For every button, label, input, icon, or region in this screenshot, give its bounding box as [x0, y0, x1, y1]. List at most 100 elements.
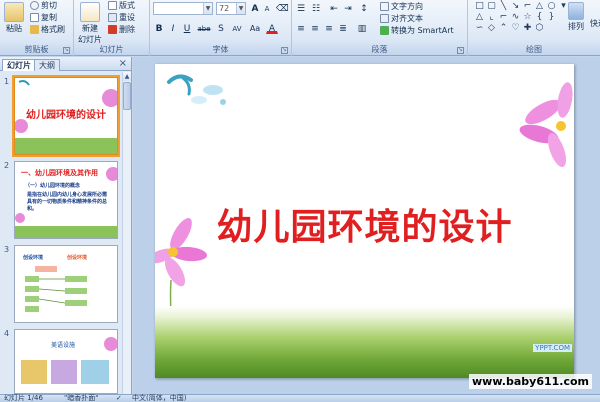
triangle-outline-icon[interactable]: △ — [474, 12, 485, 22]
current-slide[interactable]: 幼儿园环境的设计 YPPT.COM — [155, 64, 574, 378]
brace-shape-icon[interactable]: } — [546, 12, 557, 22]
pane-scrollbar[interactable]: ▲ — [122, 72, 131, 394]
slide-editor: 幼儿园环境的设计 YPPT.COM www.baby611.com — [133, 57, 600, 394]
paragraph-launcher-icon[interactable]: ↘ — [457, 47, 464, 54]
site-stamp: YPPT.COM — [533, 344, 572, 352]
bullets-button[interactable]: ☰ — [295, 2, 307, 14]
curve-shape-icon[interactable]: ∿ — [510, 12, 521, 22]
slide-thumbnail-1[interactable]: 幼儿园环境的设计 — [12, 75, 120, 157]
font-group-label: 字体 — [150, 44, 291, 55]
bracket-shape-icon[interactable]: { — [534, 12, 545, 22]
cross-shape-icon[interactable]: ✚ — [522, 23, 533, 33]
line-spacing-button[interactable]: ↕ — [358, 2, 370, 14]
slide-number: 4 — [4, 329, 10, 338]
align-text-button[interactable]: 对齐文本 — [380, 13, 423, 24]
strikethrough-button[interactable]: abe — [195, 22, 213, 34]
arrange-button[interactable]: 排列 — [568, 2, 584, 32]
tab-slides[interactable]: 幻灯片 — [2, 59, 36, 71]
corner-bracket-icon[interactable]: ⌞ — [486, 12, 497, 22]
char-spacing-button[interactable]: AV — [229, 22, 245, 34]
slide-title[interactable]: 幼儿园环境的设计 — [155, 198, 574, 250]
rounded-rect-icon[interactable]: ▢ — [486, 1, 497, 11]
grass-background — [155, 306, 574, 378]
clipboard-launcher-icon[interactable]: ↘ — [63, 47, 70, 54]
font-color-button[interactable]: A — [266, 22, 278, 34]
close-icon[interactable]: × — [119, 58, 127, 70]
chevron-shape-icon[interactable]: ⌃ — [498, 23, 509, 33]
justify-button[interactable]: ≣ — [337, 22, 349, 34]
slides-group-label: 幻灯片 — [74, 44, 149, 55]
delete-button[interactable]: 删除 — [108, 24, 135, 35]
wave-shape-icon[interactable]: ∽ — [474, 23, 485, 33]
thumbnail-title: 幼儿园环境的设计 — [26, 110, 106, 121]
star-shape-icon[interactable]: ☆ — [522, 12, 533, 22]
paintbrush-icon — [30, 25, 39, 34]
bullet-list-icon: ☰ — [296, 4, 306, 14]
layout-icon — [108, 1, 117, 10]
slide-thumbnail-3[interactable]: 创设环境 创设环境 — [14, 245, 118, 323]
quick-styles-button[interactable]: 快速 — [590, 18, 600, 29]
thumbnail-subtitle: 创设环境 — [67, 255, 88, 261]
increase-indent-button[interactable]: ⇥ — [342, 2, 354, 14]
oval-icon[interactable]: ○ — [546, 1, 557, 11]
hexagon-shape-icon[interactable]: ⬡ — [534, 23, 545, 33]
italic-button[interactable]: I — [167, 22, 179, 34]
scroll-up-icon[interactable]: ▲ — [123, 72, 131, 81]
slide-number: 2 — [4, 161, 10, 170]
align-left-button[interactable]: ≡ — [295, 22, 307, 34]
theme-name: "暗香扑面" — [64, 394, 99, 402]
scroll-thumb[interactable] — [123, 82, 131, 110]
shadow-button[interactable]: S — [215, 22, 227, 34]
smartart-button[interactable]: 转换为 SmartArt — [380, 25, 454, 36]
slide-thumbnail-4[interactable]: 美语设施 — [14, 329, 118, 394]
font-size-combo[interactable]: 72 ▼ — [216, 2, 246, 15]
align-center-button[interactable]: ≡ — [309, 22, 321, 34]
underline-button[interactable]: U — [181, 22, 193, 34]
spellcheck-icon[interactable]: ✓ — [116, 395, 122, 402]
change-case-button[interactable]: Aa — [247, 22, 263, 34]
numbered-list-icon: ☷ — [311, 4, 321, 14]
shrink-font-button[interactable]: A — [261, 2, 273, 14]
slide-thumbnail-2[interactable]: 一、幼儿园环境及其作用 （一）幼儿园环境的概念 是指在幼儿园内幼儿身心发展所必需… — [14, 161, 118, 239]
smartart-icon — [380, 26, 389, 35]
tab-outline[interactable]: 大纲 — [34, 59, 60, 71]
justify-icon: ≣ — [339, 24, 347, 34]
numbering-button[interactable]: ☷ — [310, 2, 322, 14]
decrease-indent-button[interactable]: ⇤ — [328, 2, 340, 14]
triangle-icon[interactable]: △ — [534, 1, 545, 11]
arrow-shape-icon[interactable]: ↘ — [510, 1, 521, 11]
blue-flower-decoration — [167, 74, 226, 105]
elbow-connector-icon[interactable]: ⌐ — [522, 1, 533, 11]
diamond-shape-icon[interactable]: ◇ — [486, 23, 497, 33]
language-indicator[interactable]: 中文(简体，中国) — [132, 395, 186, 402]
columns-button[interactable]: ▥ — [356, 22, 368, 34]
align-right-button[interactable]: ≡ — [323, 22, 335, 34]
step-shape-icon[interactable]: ⌐ — [498, 12, 509, 22]
chevron-down-icon: ▼ — [203, 3, 212, 14]
indent-icon: ⇥ — [344, 4, 352, 14]
reset-button[interactable]: 重设 — [108, 12, 135, 23]
copy-icon — [30, 13, 39, 22]
slide-count: 幻灯片 1/46 — [4, 394, 43, 402]
line-icon[interactable]: ╲ — [498, 1, 509, 11]
align-text-icon — [380, 14, 389, 23]
cut-button[interactable]: 剪切 — [30, 0, 57, 11]
clear-format-button[interactable]: ⌫ — [275, 2, 289, 14]
font-launcher-icon[interactable]: ↘ — [281, 47, 288, 54]
format-painter-button[interactable]: 格式刷 — [30, 24, 65, 35]
new-slide-button[interactable]: 新建 幻灯片 — [78, 2, 102, 45]
align-right-icon: ≡ — [325, 24, 333, 34]
copy-button[interactable]: 复制 — [30, 12, 57, 23]
slide-number: 1 — [4, 77, 10, 86]
layout-button[interactable]: 版式 — [108, 0, 135, 11]
align-left-icon: ≡ — [297, 24, 305, 34]
grow-font-button[interactable]: A — [249, 2, 261, 14]
font-name-combo[interactable]: ▼ — [153, 2, 213, 15]
watermark-text: www.baby611.com — [469, 374, 592, 389]
thumbnail-heading: （一）幼儿园环境的概念 — [25, 183, 81, 189]
heart-shape-icon[interactable]: ♡ — [510, 23, 521, 33]
paste-button[interactable]: 粘贴 — [4, 2, 24, 34]
rectangle-icon[interactable]: □ — [474, 1, 485, 11]
text-direction-button[interactable]: 文字方向 — [380, 1, 423, 12]
bold-button[interactable]: B — [153, 22, 165, 34]
